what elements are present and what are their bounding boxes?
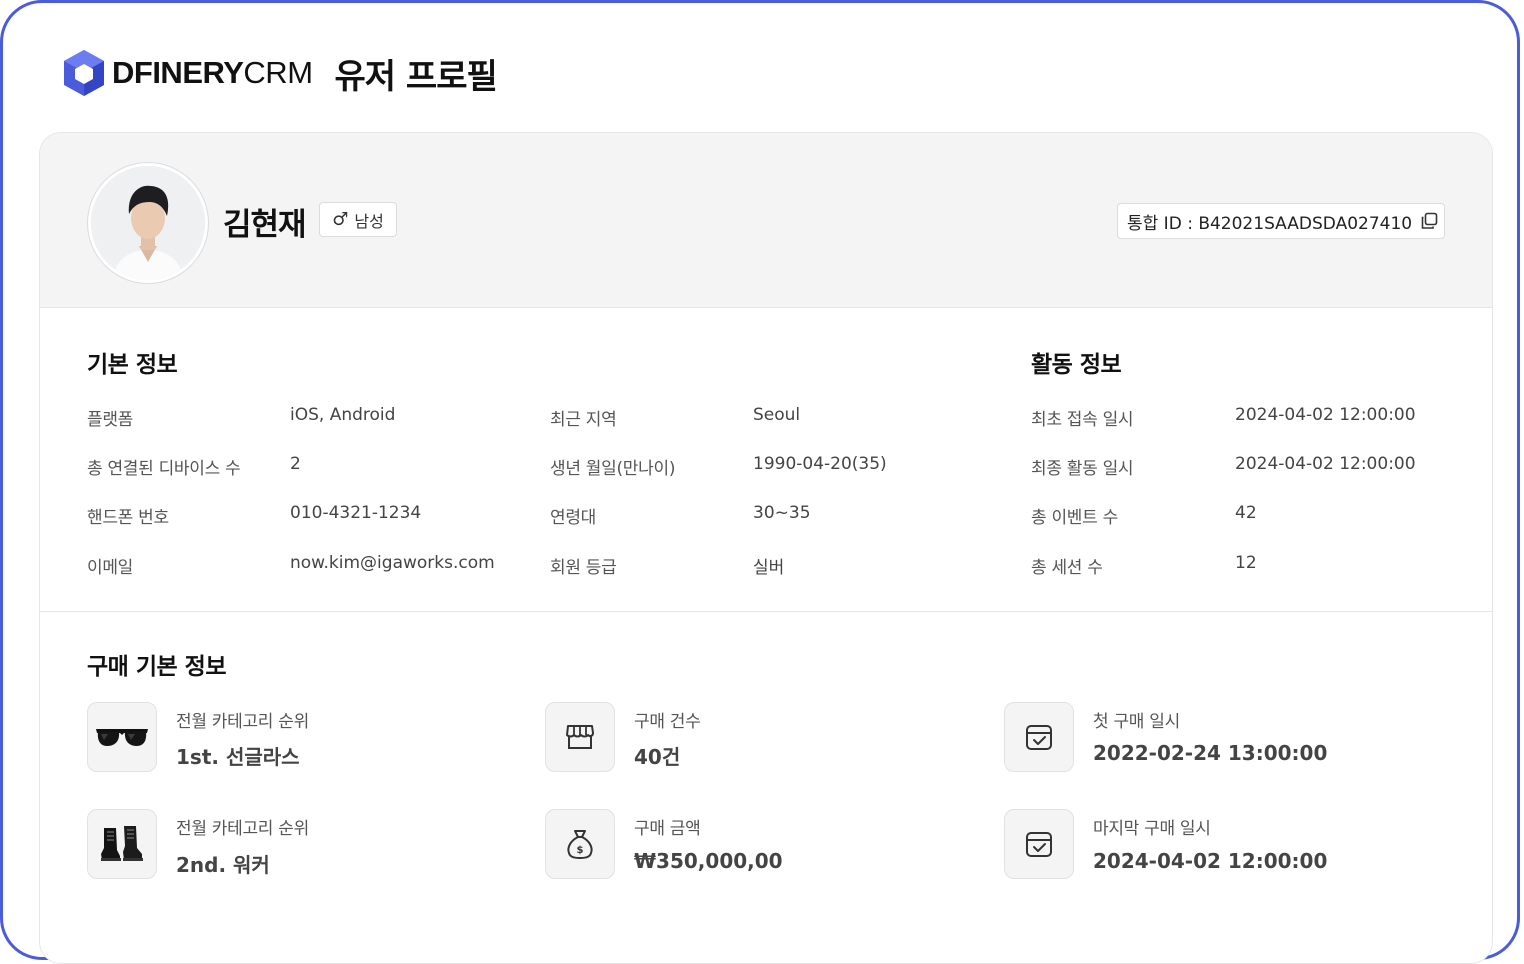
info-label: 생년 월일(만나이) (550, 459, 676, 479)
gender-label: 남성 (354, 211, 384, 231)
purchase-amount-tile: $ (545, 809, 615, 879)
page-header: DFINERYCRM 유저 프로필 (62, 47, 498, 99)
avatar (88, 163, 208, 283)
store-icon (566, 725, 594, 749)
profile-header: 김현재 ♂ 남성 통합 ID : B42021SAADSDA027410 (40, 133, 1492, 308)
info-label: 이메일 (87, 558, 134, 578)
purchase-item-label: 첫 구매 일시 (1093, 712, 1180, 732)
activity-value: 12 (1235, 553, 1257, 573)
dfinery-logo-icon (64, 50, 104, 96)
purchase-item-value: 2nd. 워커 (176, 853, 270, 877)
info-label: 회원 등급 (550, 558, 617, 578)
info-value: iOS, Android (290, 405, 396, 425)
activity-info-title: 활동 정보 (1031, 352, 1122, 378)
app-frame: DFINERYCRM 유저 프로필 김현재 ♂ 남성 통합 ID: B4202… (0, 0, 1520, 964)
profile-card: 김현재 ♂ 남성 통합 ID : B42021SAADSDA027410 기본 … (39, 132, 1493, 964)
info-label: 최근 지역 (550, 410, 617, 430)
page-title: 유저 프로필 (334, 56, 498, 97)
purchase-item-label: 구매 건수 (634, 712, 701, 732)
male-symbol-icon: ♂ (332, 209, 349, 230)
purchase-count-tile (545, 702, 615, 772)
avatar-photo-icon (91, 166, 205, 280)
activity-label: 최초 접속 일시 (1031, 410, 1134, 430)
svg-text:$: $ (577, 845, 584, 856)
category-rank-tile (87, 702, 157, 772)
activity-value: 2024-04-02 12:00:00 (1235, 405, 1416, 425)
info-value: Seoul (753, 405, 801, 425)
purchase-item-value: 1st. 선글라스 (176, 745, 300, 769)
purchase-item-value: 2022-02-24 13:00:00 (1093, 741, 1328, 765)
basic-info-title: 기본 정보 (87, 352, 178, 378)
info-label: 연령대 (550, 508, 597, 528)
calendar-check-icon (1026, 725, 1052, 750)
gender-badge: ♂ 남성 (319, 202, 397, 237)
purchase-item-label: 구매 금액 (634, 819, 701, 839)
purchase-item-value: 40건 (634, 745, 681, 769)
activity-label: 총 이벤트 수 (1031, 508, 1118, 528)
activity-label: 최종 활동 일시 (1031, 459, 1134, 479)
integrated-id-box: 통합 ID : B42021SAADSDA027410 (1117, 203, 1445, 239)
first-purchase-tile (1004, 702, 1074, 772)
brand-wordmark: DFINERYCRM (112, 55, 313, 90)
purchase-item-label: 마지막 구매 일시 (1093, 819, 1211, 839)
section-divider (40, 611, 1492, 612)
activity-value: 2024-04-02 12:00:00 (1235, 454, 1416, 474)
info-label: 플랫폼 (87, 410, 134, 430)
activity-value: 42 (1235, 503, 1257, 523)
info-value: 1990-04-20(35) (753, 454, 887, 474)
info-value: 010-4321-1234 (290, 503, 422, 523)
money-bag-icon: $ (567, 830, 593, 859)
info-value: 30~35 (753, 503, 811, 523)
purchase-info-title: 구매 기본 정보 (87, 654, 226, 680)
copy-icon[interactable] (1420, 212, 1438, 230)
info-value: 실버 (753, 558, 785, 578)
purchase-item-label: 전월 카테고리 순위 (176, 819, 309, 839)
info-value: 2 (290, 454, 301, 474)
info-value: now.kim@igaworks.com (290, 553, 495, 573)
info-label: 핸드폰 번호 (87, 508, 169, 528)
last-purchase-tile (1004, 809, 1074, 879)
purchase-item-value: 2024-04-02 12:00:00 (1093, 849, 1328, 873)
activity-label: 총 세션 수 (1031, 558, 1103, 578)
user-name: 김현재 (223, 207, 307, 243)
category-rank-tile (87, 809, 157, 879)
purchase-item-label: 전월 카테고리 순위 (176, 712, 309, 732)
integrated-id-text: 통합 ID : B42021SAADSDA027410 (1127, 213, 1413, 234)
sunglasses-icon (96, 729, 148, 746)
boots-icon (101, 826, 143, 861)
calendar-check-icon (1026, 832, 1052, 857)
info-label: 총 연결된 디바이스 수 (87, 459, 241, 479)
purchase-item-value: ₩350,000,00 (634, 849, 783, 873)
